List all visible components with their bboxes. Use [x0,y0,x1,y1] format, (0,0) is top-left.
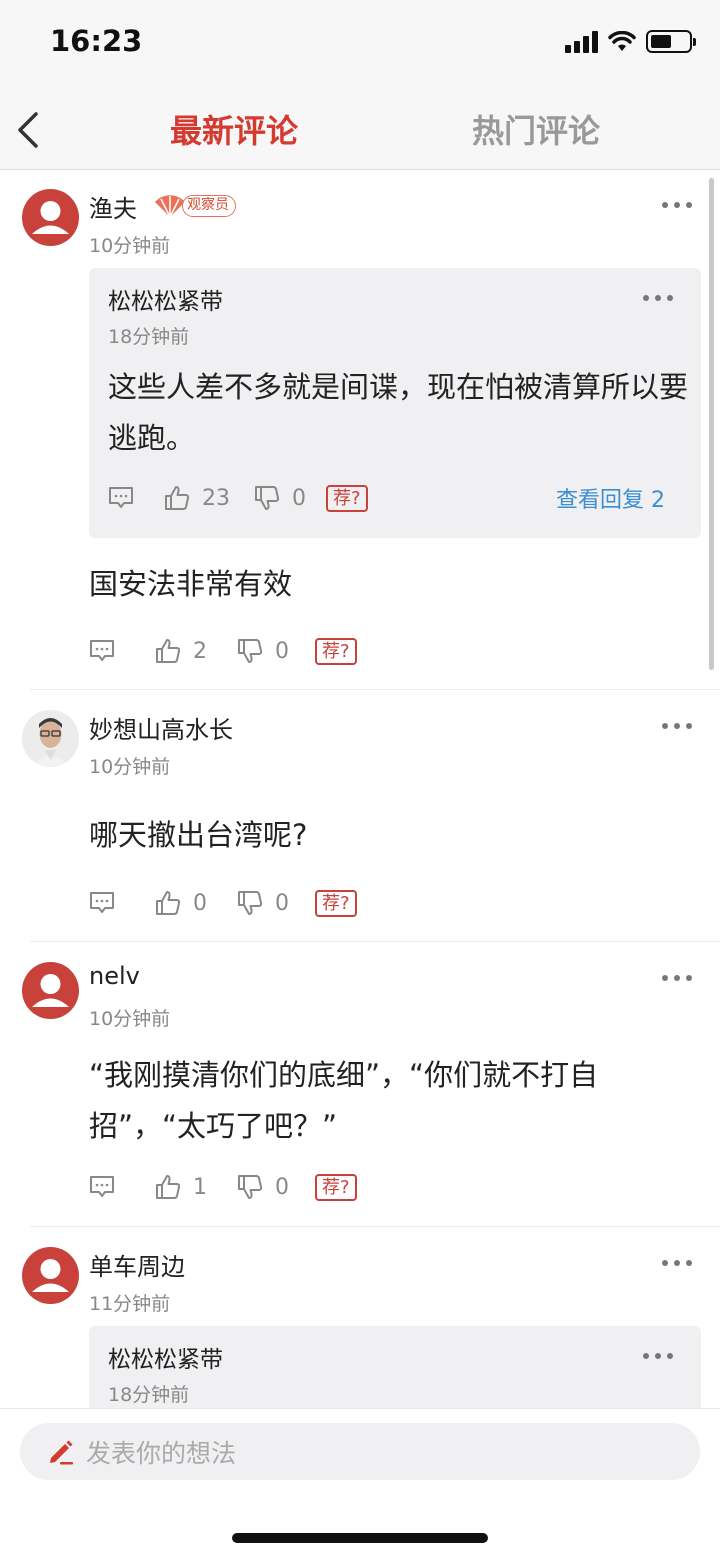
recommend-button[interactable]: 荐? [315,889,357,917]
comment-item: 妙想山高水长 10分钟前 哪天撤出台湾呢? 0 0 荐? [0,690,720,941]
dislike-count: 0 [275,1174,289,1200]
username[interactable]: nelv [89,962,140,990]
user-avatar-icon [32,1259,69,1292]
username[interactable]: 妙想山高水长 [89,710,233,745]
more-icon[interactable] [662,202,692,208]
status-icons [565,30,696,53]
tab-hot-comments[interactable]: 热门评论 [472,106,600,152]
like-button[interactable]: 0 [155,890,207,916]
reply-button[interactable] [89,1174,115,1200]
quoted-time: 18分钟前 [108,326,190,348]
like-count: 2 [193,638,207,664]
thumbs-down-icon [255,486,280,510]
more-icon[interactable] [662,975,692,981]
more-icon[interactable] [662,1260,692,1266]
comment-time: 11分钟前 [89,1293,171,1315]
avatar[interactable] [22,962,79,1019]
comment-actions: 2 0 荐? [89,636,357,666]
thumbs-up-icon [156,1175,181,1199]
thumbs-down-icon [238,891,263,915]
comment-time: 10分钟前 [89,756,171,778]
comment-text: “我刚摸清你们的底细”，“你们就不打自招”，“太巧了吧？” [89,1058,599,1143]
dislike-button[interactable]: 0 [237,890,289,916]
like-button[interactable]: 2 [155,638,207,664]
dislike-count: 0 [275,638,289,664]
signal-icon [565,30,598,53]
quoted-comment[interactable]: 松松松紧带 18分钟前 这些人差不多就是间谍，现在怕被清算所以要逃跑。 23 0… [89,268,701,538]
reply-button[interactable] [89,638,115,664]
dislike-button[interactable]: 0 [237,638,289,664]
battery-level [651,35,671,48]
comment-item: 渔夫 观察员 10分钟前 松松松紧带 18分钟前 这些人差不多就是间谍，现在怕被… [0,171,720,689]
reply-button[interactable] [89,890,115,916]
avatar[interactable] [22,189,79,246]
like-count: 0 [193,890,207,916]
observer-badge: 观察员 [152,193,236,219]
comment-icon [90,1176,114,1197]
recommend-button[interactable]: 荐? [315,1173,357,1201]
view-replies-link[interactable]: 查看回复 2 [556,482,665,514]
comment-text: 国安法非常有效 [89,567,293,601]
comment-time: 10分钟前 [89,235,171,257]
quoted-comment[interactable]: 松松松紧带 18分钟前 [89,1326,701,1408]
thumbs-up-icon [165,486,190,510]
more-icon[interactable] [643,1353,673,1359]
scrollbar[interactable] [709,178,714,670]
home-indicator [232,1533,488,1543]
quoted-text: 这些人差不多就是间谍，现在怕被清算所以要逃跑。 [108,370,689,455]
avatar[interactable] [22,1247,79,1304]
dislike-count: 0 [292,485,306,511]
like-button[interactable]: 23 [164,485,230,511]
wifi-icon [608,30,636,51]
comment-icon [109,487,133,508]
thumbs-up-icon [156,891,181,915]
recommend-button[interactable]: 荐? [315,637,357,665]
dislike-count: 0 [275,890,289,916]
bottom-bar: 发表你的想法 [0,1408,720,1559]
quoted-username[interactable]: 松松松紧带 [108,282,223,316]
thumbs-down-icon [238,639,263,663]
comment-text: 哪天撤出台湾呢? [89,818,308,852]
dislike-button[interactable]: 0 [237,1174,289,1200]
like-count: 23 [202,485,230,511]
quoted-actions: 23 0 荐? [108,483,368,513]
comment-list[interactable]: 渔夫 观察员 10分钟前 松松松紧带 18分钟前 这些人差不多就是间谍，现在怕被… [0,171,720,1408]
quoted-time: 18分钟前 [108,1384,190,1406]
comment-item: 单车周边 11分钟前 松松松紧带 18分钟前 [0,1227,720,1408]
more-icon[interactable] [643,295,673,301]
more-icon[interactable] [662,723,692,729]
user-avatar-icon [32,201,69,234]
comment-time: 10分钟前 [89,1008,171,1030]
thumbs-up-icon [156,639,181,663]
battery-icon [646,30,696,53]
comment-icon [90,892,114,913]
thumbs-down-icon [238,1175,263,1199]
dislike-button[interactable]: 0 [254,485,306,511]
comment-input[interactable]: 发表你的想法 [20,1423,700,1480]
comment-icon [90,640,114,661]
badge-label: 观察员 [182,195,236,217]
pencil-icon [50,1440,73,1464]
chevron-left-icon[interactable] [10,106,50,154]
quoted-username[interactable]: 松松松紧带 [108,1340,223,1374]
user-avatar-icon [32,974,69,1007]
top-nav: 最新评论 热门评论 [0,90,720,170]
comment-actions: 1 0 荐? [89,1172,357,1202]
comment-actions: 0 0 荐? [89,888,357,918]
username[interactable]: 单车周边 [89,1247,185,1282]
username[interactable]: 渔夫 [89,189,137,224]
tab-latest-comments[interactable]: 最新评论 [170,106,298,152]
avatar[interactable] [22,710,79,767]
status-bar: 16:23 [0,0,720,90]
status-time: 16:23 [50,24,143,58]
comment-item: nelv 10分钟前 “我刚摸清你们的底细”，“你们就不打自招”，“太巧了吧？”… [0,942,720,1226]
reply-button[interactable] [108,485,134,511]
comment-input-placeholder: 发表你的想法 [86,1438,237,1468]
like-count: 1 [193,1174,207,1200]
user-photo [22,710,79,767]
like-button[interactable]: 1 [155,1174,207,1200]
recommend-button[interactable]: 荐? [326,484,368,512]
